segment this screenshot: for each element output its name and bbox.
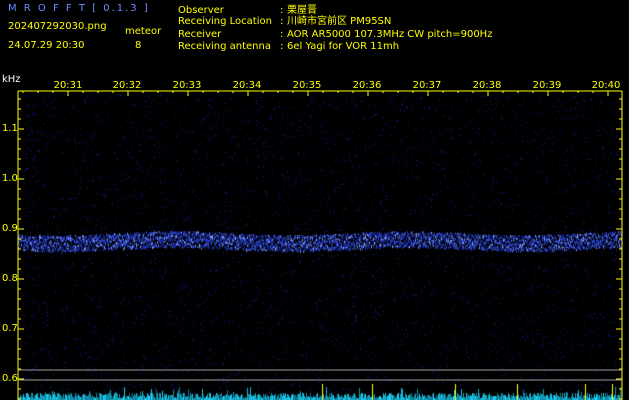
x-tick-label: 20:34	[232, 80, 262, 91]
x-tick-label: 20:40	[591, 80, 621, 91]
meteor-label: meteor	[125, 26, 162, 37]
x-tick-label: 20:39	[532, 80, 562, 91]
info-sep: :	[280, 29, 284, 40]
info-value-antenna: 6el Yagi for VOR 11mh	[287, 41, 400, 52]
x-tick-label: 20:32	[112, 80, 142, 91]
info-sep: :	[280, 16, 284, 27]
info-sep: :	[280, 41, 284, 52]
info-value-location: 川崎市宮前区 PM95SN	[287, 16, 392, 27]
x-tick-label: 20:31	[53, 80, 83, 91]
info-key-antenna: Receiving antenna	[178, 41, 271, 52]
y-tick-label: 1.1	[2, 123, 18, 134]
date-time: 24.07.29 20:30	[8, 40, 85, 51]
y-tick-label: 0.9	[2, 223, 18, 234]
x-tick-label: 20:37	[412, 80, 442, 91]
spectrogram-axes	[17, 90, 623, 400]
x-tick-label: 20:36	[352, 80, 382, 91]
x-tick-label: 20:33	[172, 80, 202, 91]
y-tick-label: 0.6	[2, 373, 18, 384]
file-name: 202407292030.png	[8, 21, 107, 32]
info-value-receiver: AOR AR5000 107.3MHz CW pitch=900Hz	[287, 29, 493, 40]
info-key-receiver: Receiver	[178, 29, 222, 40]
app-title: M R O F F T [ 0.1.3 ]	[8, 3, 150, 14]
y-axis-unit: kHz	[2, 74, 21, 85]
x-tick-label: 20:35	[292, 80, 322, 91]
y-tick-label: 1.0	[2, 173, 18, 184]
x-tick-label: 20:38	[472, 80, 502, 91]
y-tick-label: 0.8	[2, 273, 18, 284]
info-key-location: Receiving Location	[178, 16, 272, 27]
y-tick-label: 0.7	[2, 323, 18, 334]
meteor-count: 8	[135, 40, 142, 51]
